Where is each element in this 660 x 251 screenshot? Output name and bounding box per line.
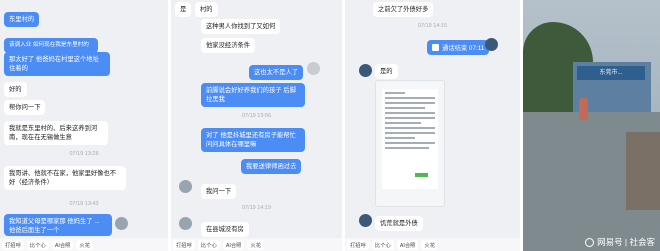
- chat-panel-3: 之前欠了外债好多 07/19 14:15 通话结束 07:11 是的 饥荒就是外…: [345, 0, 520, 251]
- avatar[interactable]: [359, 64, 372, 77]
- timestamp: 07/19 13:43: [69, 201, 99, 207]
- spark-button[interactable]: 火花: [247, 239, 265, 250]
- message-bubble: 我哥讲、他就不在家，他家里好像也不好（经济条件）: [4, 166, 126, 190]
- person: [579, 98, 588, 120]
- timestamp: 07/19 13:56: [241, 113, 272, 119]
- message-bubble: 是的: [375, 64, 398, 79]
- ai-photo-button[interactable]: AI合照: [222, 239, 245, 250]
- message-bubble: 我要送律师函过去: [241, 159, 302, 174]
- message-bubble: 在县城没有房: [201, 222, 249, 237]
- timestamp: 07/19 13:28: [69, 151, 99, 157]
- watermark-text: 网易号 | 社会客: [597, 237, 655, 247]
- message-bubble: 对了 他是抖城里还有房子能帮忙问问具体在哪里嘛: [201, 128, 305, 152]
- watermark: 网易号 | 社会客: [585, 236, 655, 248]
- message-bubble: 是: [175, 2, 192, 17]
- my-avatar[interactable]: [307, 62, 320, 75]
- spark-button[interactable]: 火花: [76, 239, 94, 250]
- street-photo: 东莞市... 网易号 | 社会客: [523, 0, 660, 251]
- call-ended-bubble[interactable]: 通话结束 07:11: [427, 40, 490, 55]
- avatar[interactable]: [179, 180, 192, 193]
- avatar[interactable]: [115, 217, 128, 230]
- avatar[interactable]: [359, 214, 372, 227]
- phone-icon: [432, 44, 439, 51]
- quick-actions-bar: 打招呼 比个心 AI合照 火花: [0, 238, 168, 251]
- message-bubble: 我知道父母是哪家那 他妈生了 ... 他爸后面生了一个: [4, 214, 112, 236]
- message-bubble: 帮你问一下: [4, 100, 46, 115]
- my-avatar[interactable]: [485, 38, 498, 51]
- message-bubble: 我就是东里村的、后来这养到河南，现在在无锡做生意: [4, 121, 108, 145]
- spark-button[interactable]: 火花: [421, 239, 439, 250]
- chat-panel-1: 东里村的 该调入业 如何现在我是东里村的 那太好了 他爸妈在村里这个地址住着的 …: [0, 0, 168, 251]
- greet-button[interactable]: 打招呼: [347, 239, 369, 250]
- message-bubble: 这也太不是人了: [249, 65, 304, 80]
- message-bubble: 这种男人你找到了又如何: [201, 19, 281, 34]
- message-bubble: 村的: [195, 2, 218, 17]
- screenshot-image[interactable]: [375, 80, 445, 207]
- message-bubble: 该调入业 如何现在我是东里村的: [4, 38, 98, 53]
- message-bubble: 他家没经济条件: [201, 38, 256, 53]
- message-bubble: 之前欠了外债好多: [373, 2, 434, 17]
- timestamp: 07/19 14:15: [417, 23, 448, 29]
- quick-actions-bar: 打招呼 比个心 AI合照 火花: [171, 238, 342, 251]
- heart-button[interactable]: 比个心: [197, 239, 220, 250]
- ai-photo-button[interactable]: AI合照: [396, 239, 419, 250]
- screenshot-preview: [382, 89, 438, 189]
- watermark-logo-icon: [585, 237, 595, 247]
- message-bubble: 东里村的: [4, 12, 40, 27]
- avatar[interactable]: [179, 217, 192, 230]
- wall: [626, 132, 660, 210]
- message-bubble: 我问一下: [201, 184, 237, 199]
- heart-button[interactable]: 比个心: [371, 239, 394, 250]
- heart-button[interactable]: 比个心: [26, 239, 49, 250]
- message-bubble: 好的: [4, 82, 27, 97]
- ai-photo-button[interactable]: AI合照: [51, 239, 74, 250]
- message-bubble: 前脚说会好好养我们的孩子 后脚拉黑我: [201, 83, 305, 107]
- quick-actions-bar: 打招呼 比个心 AI合照 火花: [345, 238, 520, 251]
- greet-button[interactable]: 打招呼: [2, 239, 24, 250]
- chat-panel-2: 是 村的 这种男人你找到了又如何 他家没经济条件 这也太不是人了 前脚说会好好养…: [171, 0, 342, 251]
- call-ended-label: 通话结束 07:11: [442, 45, 485, 52]
- building-sign: 东莞市...: [577, 66, 645, 80]
- message-bubble: 那太好了 他爸妈在村里这个地址住着的: [4, 52, 110, 76]
- greet-button[interactable]: 打招呼: [173, 239, 195, 250]
- timestamp: 07/19 14:19: [241, 205, 272, 211]
- message-bubble: 饥荒就是外债: [375, 216, 423, 231]
